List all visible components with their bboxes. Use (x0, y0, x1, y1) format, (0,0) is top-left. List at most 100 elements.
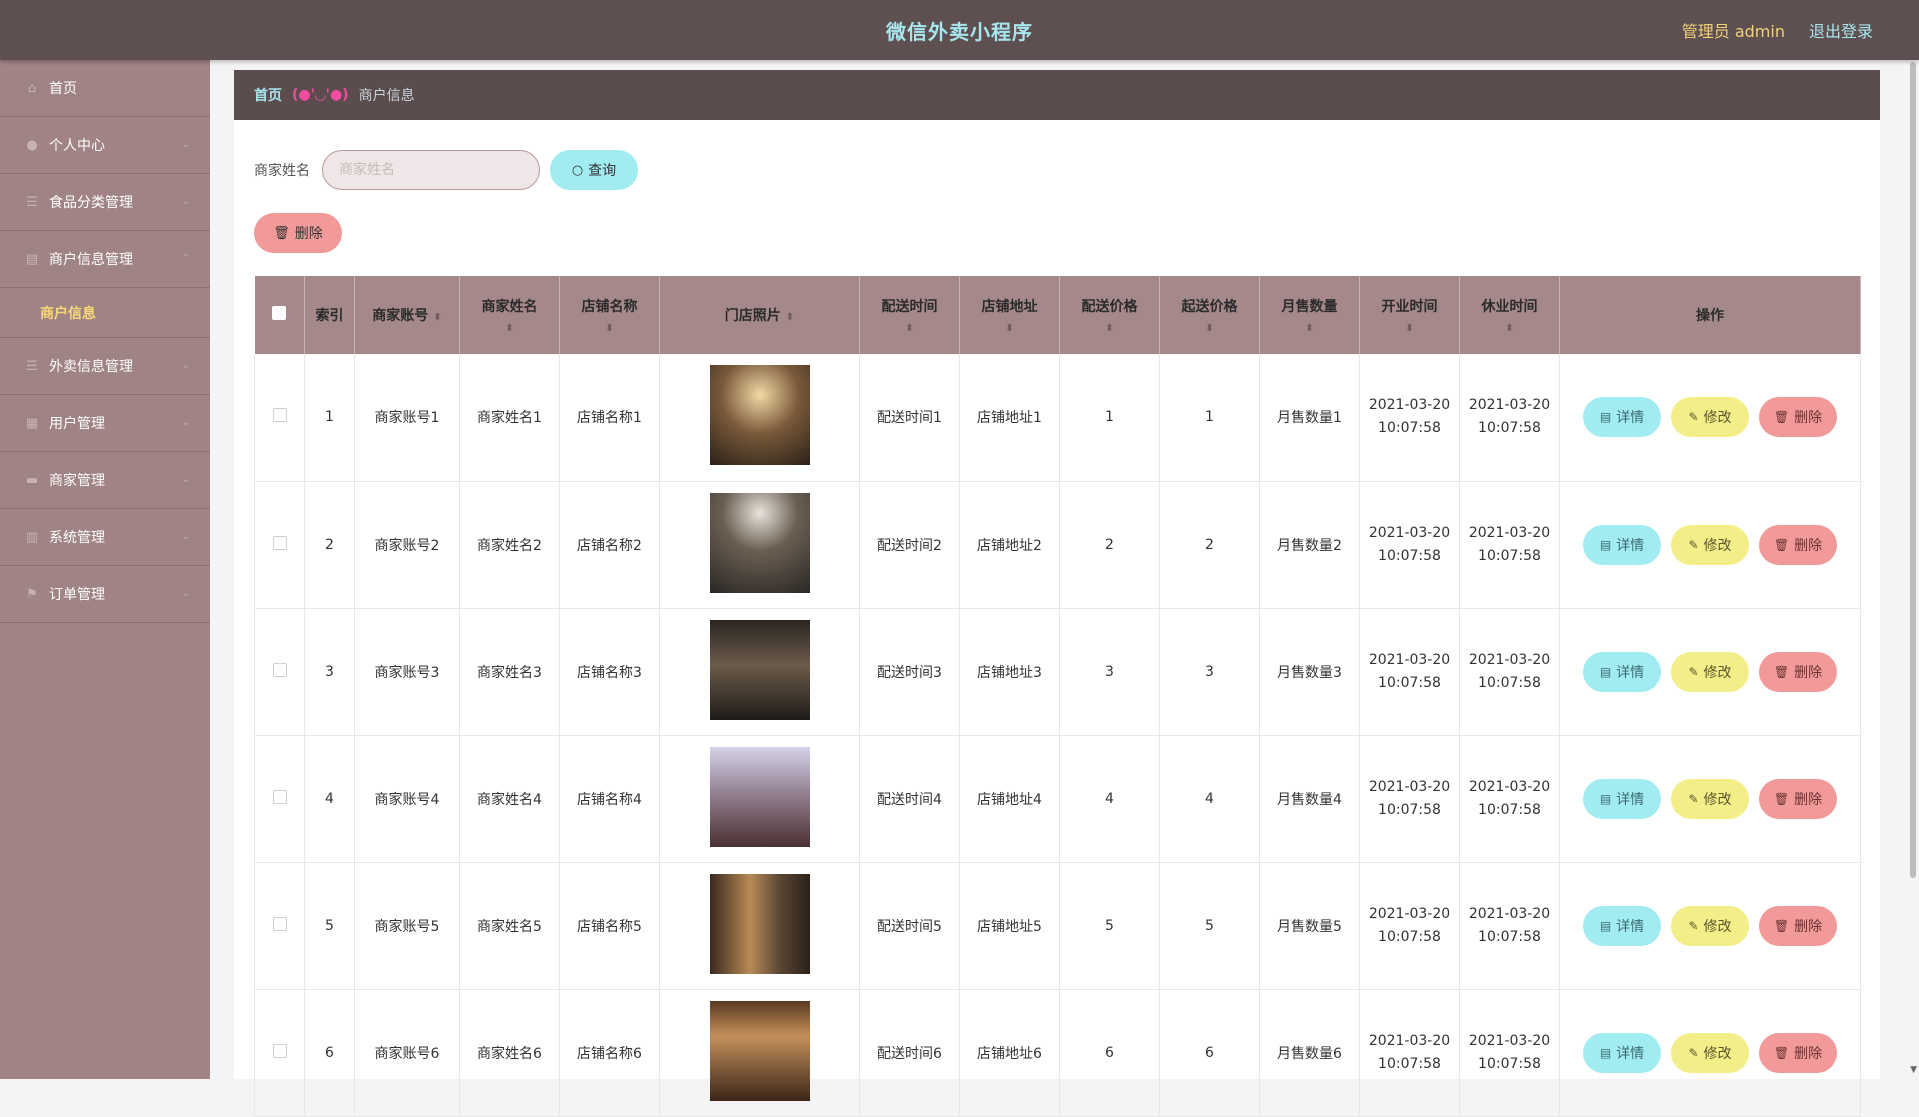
trash-icon: 🗑 (1773, 664, 1790, 679)
row-checkbox[interactable] (272, 662, 287, 677)
cell-photo (659, 862, 860, 990)
col-header-account[interactable]: 商家账号 ⬍ (354, 276, 460, 354)
logout-link[interactable]: 退出登录 (1809, 18, 1873, 42)
cell-delivery-price: 6 (1059, 989, 1160, 1117)
sidebar-item-user-mgmt[interactable]: ▦ 用户管理 ⌄ (0, 395, 210, 452)
cell-delivery-time: 配送时间5 (859, 862, 960, 990)
sort-icon[interactable]: ⬍ (1360, 324, 1459, 334)
chevron-down-icon: ⌄ (181, 474, 190, 485)
detail-button[interactable]: ▤ 详情 (1583, 397, 1661, 438)
cell-min-price: 5 (1159, 862, 1260, 990)
cell-actions: ▤ 详情 ✎ 修改 🗑 删除 (1559, 608, 1861, 736)
batch-delete-label: 删除 (294, 226, 323, 242)
col-header-min-price[interactable]: 起送价格 ⬍ (1159, 276, 1260, 354)
sidebar-item-takeout-info[interactable]: ☰ 外卖信息管理 ⌄ (0, 338, 210, 395)
cell-delivery-time: 配送时间3 (859, 608, 960, 736)
query-button[interactable]: ○ 查询 (550, 150, 638, 190)
sort-icon[interactable]: ⬍ (1160, 324, 1259, 334)
sort-icon[interactable]: ⬍ (560, 324, 659, 334)
row-select-cell[interactable] (254, 481, 305, 609)
sort-icon[interactable]: ⬍ (1260, 324, 1359, 334)
admin-label: 管理员 admin (1681, 22, 1785, 41)
sidebar-item-merchant-mgmt[interactable]: ▬ 商家管理 ⌄ (0, 452, 210, 509)
col-header-close-time[interactable]: 休业时间 ⬍ (1459, 276, 1560, 354)
cell-photo (659, 354, 860, 482)
breadcrumb-home[interactable]: 首页 (254, 85, 282, 105)
sort-icon[interactable]: ⬍ (1460, 324, 1559, 334)
detail-button[interactable]: ▤ 详情 (1583, 1032, 1661, 1073)
cell-photo (659, 989, 860, 1117)
col-header-name[interactable]: 商家姓名 ⬍ (459, 276, 560, 354)
row-checkbox[interactable] (272, 408, 287, 423)
query-button-label: 查询 (588, 163, 617, 179)
page-scrollbar[interactable] (1910, 62, 1916, 878)
col-header-delivery-time[interactable]: 配送时间 ⬍ (859, 276, 960, 354)
col-header-photo[interactable]: 门店照片 ⬍ (659, 276, 860, 354)
detail-button[interactable]: ▤ 详情 (1583, 651, 1661, 692)
edit-button[interactable]: ✎ 修改 (1671, 1032, 1749, 1073)
delete-button[interactable]: 🗑 删除 (1759, 397, 1837, 438)
row-select-cell[interactable] (254, 354, 305, 482)
detail-button[interactable]: ▤ 详情 (1583, 905, 1661, 946)
image-icon: ▦ (25, 415, 39, 431)
merchant-name-search-input[interactable] (322, 150, 540, 190)
col-header-open-time[interactable]: 开业时间 ⬍ (1359, 276, 1460, 354)
select-all-header[interactable] (254, 276, 305, 354)
col-header-address[interactable]: 店铺地址 ⬍ (959, 276, 1060, 354)
row-checkbox[interactable] (272, 789, 287, 804)
store-photo (709, 619, 810, 720)
table-row: 2 商家账号2 商家姓名2 店铺名称2 配送时间2 店铺地址2 2 2 月售数量… (254, 481, 1861, 609)
list-icon: ☰ (26, 358, 38, 374)
cell-delivery-price: 2 (1059, 481, 1160, 609)
row-select-cell[interactable] (254, 989, 305, 1117)
sidebar-item-order-mgmt[interactable]: ⚑ 订单管理 ⌄ (0, 566, 210, 623)
row-select-cell[interactable] (254, 608, 305, 736)
cell-index: 3 (304, 608, 355, 736)
edit-button[interactable]: ✎ 修改 (1671, 905, 1749, 946)
edit-button[interactable]: ✎ 修改 (1671, 778, 1749, 819)
row-checkbox[interactable] (272, 1043, 287, 1058)
edit-button[interactable]: ✎ 修改 (1671, 651, 1749, 692)
row-select-cell[interactable] (254, 862, 305, 990)
delete-button[interactable]: 🗑 删除 (1759, 778, 1837, 819)
detail-button[interactable]: ▤ 详情 (1583, 778, 1661, 819)
col-header-delivery-price[interactable]: 配送价格 ⬍ (1059, 276, 1160, 354)
sidebar-item-personal-center[interactable]: ● 个人中心 ⌄ (0, 117, 210, 174)
document-icon: ▤ (1599, 537, 1612, 552)
sort-icon[interactable]: ⬍ (1060, 324, 1159, 334)
edit-icon: ✎ (1688, 1045, 1699, 1060)
select-all-checkbox[interactable] (272, 306, 287, 320)
sort-icon[interactable]: ⬍ (433, 312, 441, 323)
delete-button[interactable]: 🗑 删除 (1759, 524, 1837, 565)
scroll-down-arrow-icon[interactable]: ▼ (1910, 1065, 1917, 1075)
sort-icon[interactable]: ⬍ (960, 324, 1059, 334)
delete-button[interactable]: 🗑 删除 (1759, 905, 1837, 946)
detail-button[interactable]: ▤ 详情 (1583, 524, 1661, 565)
sort-icon[interactable]: ⬍ (786, 312, 794, 323)
col-header-monthly-sales[interactable]: 月售数量 ⬍ (1259, 276, 1360, 354)
edit-icon: ✎ (1688, 918, 1699, 933)
cell-delivery-time: 配送时间2 (859, 481, 960, 609)
edit-button[interactable]: ✎ 修改 (1671, 397, 1749, 438)
sort-icon[interactable]: ⬍ (860, 324, 959, 334)
row-checkbox[interactable] (272, 535, 287, 550)
sidebar-item-food-category[interactable]: ☰ 食品分类管理 ⌄ (0, 174, 210, 231)
app-title: 微信外卖小程序 (886, 19, 1033, 44)
row-select-cell[interactable] (254, 735, 305, 863)
delete-button[interactable]: 🗑 删除 (1759, 1032, 1837, 1073)
batch-delete-button[interactable]: 🗑 删除 (254, 213, 342, 253)
sort-icon[interactable]: ⬍ (460, 324, 559, 334)
sidebar: ⌂ 首页 ● 个人中心 ⌄ ☰ 食品分类管理 ⌄ ▤ 商户信息管理 ⌃ 商户信息… (0, 60, 210, 1079)
delete-button[interactable]: 🗑 删除 (1759, 651, 1837, 692)
cell-monthly-sales: 月售数量5 (1259, 862, 1360, 990)
edit-button[interactable]: ✎ 修改 (1671, 524, 1749, 565)
sidebar-item-system-mgmt[interactable]: ▥ 系统管理 ⌄ (0, 509, 210, 566)
col-header-shop[interactable]: 店铺名称 ⬍ (559, 276, 660, 354)
sidebar-subitem-merchant-info[interactable]: 商户信息 (0, 288, 210, 338)
sidebar-item-merchant-info-mgmt[interactable]: ▤ 商户信息管理 ⌃ (0, 231, 210, 288)
sidebar-item-home[interactable]: ⌂ 首页 (0, 60, 210, 117)
row-checkbox[interactable] (272, 916, 287, 931)
sidebar-item-label: 系统管理 (49, 530, 105, 546)
cell-min-price: 3 (1159, 608, 1260, 736)
cell-open-time: 2021-03-20 10:07:58 (1359, 608, 1460, 736)
